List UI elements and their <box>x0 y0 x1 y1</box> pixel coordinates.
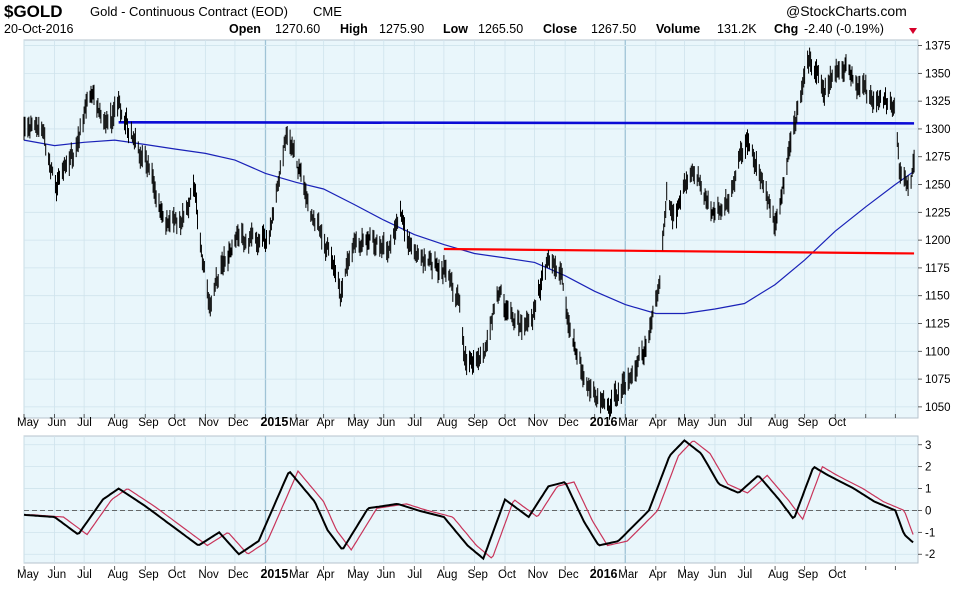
price-x-month-label: Mar <box>289 417 309 429</box>
osc-x-month-label: Nov <box>528 569 549 581</box>
osc-x-month-label: Jul <box>738 569 753 581</box>
price-y-label: 1150 <box>925 291 950 303</box>
volume-label: Volume <box>656 22 700 36</box>
osc-x-month-label: Sep <box>138 569 158 581</box>
osc-x-month-label: Jun <box>377 569 396 581</box>
price-x-month-label: Apr <box>317 417 335 429</box>
price-x-month-label: Jul <box>738 417 753 429</box>
osc-x-month-label: Nov <box>198 569 219 581</box>
price-x-month-label: Dec <box>228 417 249 429</box>
price-x-month-label: May <box>17 417 39 429</box>
high-value: 1275.90 <box>379 22 424 36</box>
price-x-month-label: May <box>347 417 369 429</box>
price-panel: 1050 1075 1100 1125 1150 1175 1200 1225 1250 1275… <box>17 39 951 429</box>
price-y-label: 1050 <box>925 402 951 414</box>
chg-value: -2.40 (-0.19%) <box>804 22 884 36</box>
gold-chart: $GOLD Gold - Continuous Contract (EOD) C… <box>0 0 980 589</box>
price-x-month-label: Jun <box>48 417 67 429</box>
osc-plot-area <box>23 435 919 564</box>
price-x-month-label: Nov <box>528 417 549 429</box>
price-y-label: 1300 <box>925 124 951 136</box>
chg-label: Chg <box>774 22 798 36</box>
osc-x-month-label: May <box>17 569 39 581</box>
price-x-month-label: Aug <box>768 417 788 429</box>
low-value: 1265.50 <box>478 22 523 36</box>
price-x-month-label: Jul <box>77 417 92 429</box>
price-y-label: 1100 <box>925 346 950 358</box>
price-x-month-label: Apr <box>649 417 667 429</box>
price-x-month-label: May <box>677 417 699 429</box>
price-y-label: 1225 <box>925 207 951 219</box>
price-x-month-label: Jun <box>708 417 727 429</box>
price-x-month-label: Jun <box>377 417 396 429</box>
osc-y-label: 1 <box>925 484 931 496</box>
open-label: Open <box>229 22 261 36</box>
osc-x-month-label: Mar <box>289 569 309 581</box>
symbol-title: $GOLD <box>4 2 63 21</box>
price-y-label: 1125 <box>925 319 950 331</box>
price-y-label: 1250 <box>925 180 951 192</box>
price-x-month-label: Oct <box>828 417 847 429</box>
price-x-month-label: Mar <box>618 417 638 429</box>
osc-y-label: 3 <box>925 440 931 452</box>
price-x-month-label: 2015 <box>260 415 288 429</box>
oscillator-panel: -2-10123May Jun Jul Aug Sep Oct Nov Dec 2015 Mar A… <box>17 435 935 581</box>
osc-x-month-label: Dec <box>558 569 579 581</box>
osc-y-label: 2 <box>925 462 931 474</box>
price-x-month-label: Sep <box>467 417 487 429</box>
price-y-label: 1200 <box>925 235 951 247</box>
osc-x-month-label: Aug <box>437 569 457 581</box>
exchange-label: CME <box>313 4 342 19</box>
price-y-label: 1350 <box>925 68 951 80</box>
osc-x-month-label: Oct <box>828 569 847 581</box>
osc-x-month-label: Jul <box>407 569 422 581</box>
osc-y-label: 0 <box>925 505 931 517</box>
close-label: Close <box>543 22 577 36</box>
osc-x-month-label: Dec <box>228 569 249 581</box>
osc-y-label: -2 <box>925 549 935 561</box>
osc-x-month-label: Aug <box>768 569 788 581</box>
price-x-month-label: Jul <box>407 417 422 429</box>
osc-x-month-label: Apr <box>317 569 335 581</box>
osc-x-month-label: Jun <box>708 569 727 581</box>
price-x-month-label: Nov <box>198 417 219 429</box>
price-x-month-label: Sep <box>138 417 158 429</box>
osc-x-month-label: Apr <box>649 569 667 581</box>
osc-x-month-label: Jul <box>77 569 92 581</box>
osc-x-month-label: Oct <box>168 569 187 581</box>
price-y-label: 1375 <box>925 41 951 53</box>
open-value: 1270.60 <box>275 22 320 36</box>
price-x-month-label: Dec <box>558 417 579 429</box>
osc-x-month-label: Mar <box>618 569 638 581</box>
volume-value: 131.2K <box>717 22 757 36</box>
price-x-month-label: Oct <box>168 417 187 429</box>
high-label: High <box>340 22 368 36</box>
osc-x-month-label: Jun <box>48 569 67 581</box>
price-y-label: 1325 <box>925 96 951 108</box>
price-y-label: 1275 <box>925 152 951 164</box>
osc-x-month-label: Oct <box>498 569 517 581</box>
price-x-month-label: Oct <box>498 417 517 429</box>
osc-x-month-label: 2016 <box>590 567 618 581</box>
price-x-month-label: Sep <box>798 417 818 429</box>
low-label: Low <box>443 22 468 36</box>
osc-x-month-label: 2015 <box>260 567 288 581</box>
osc-x-month-label: Sep <box>798 569 818 581</box>
osc-x-month-label: Aug <box>108 569 128 581</box>
price-y-label: 1175 <box>925 263 950 275</box>
osc-x-month-label: May <box>347 569 369 581</box>
contract-name: Gold - Continuous Contract (EOD) <box>90 4 288 19</box>
osc-x-month-label: Sep <box>467 569 487 581</box>
date-label: 20-Oct-2016 <box>4 22 74 36</box>
osc-x-month-label: May <box>677 569 699 581</box>
osc-y-label: -1 <box>925 527 935 539</box>
price-y-label: 1075 <box>925 374 951 386</box>
brand-label: @StockCharts.com <box>786 3 907 19</box>
price-x-month-label: 2016 <box>590 415 618 429</box>
price-x-month-label: Aug <box>108 417 128 429</box>
close-value: 1267.50 <box>591 22 636 36</box>
price-x-month-label: Aug <box>437 417 457 429</box>
